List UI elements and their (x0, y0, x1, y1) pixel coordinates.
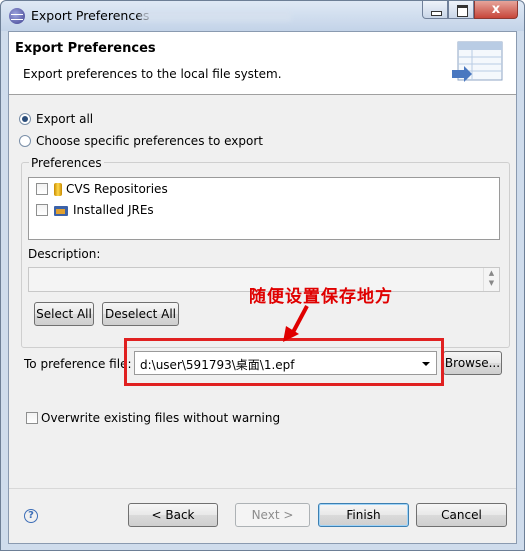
preference-file-label: To preference file: (24, 357, 132, 371)
minimize-button[interactable] (422, 1, 448, 19)
help-icon[interactable]: ? (24, 509, 38, 523)
description-label: Description: (28, 247, 101, 261)
button-bar-separator (9, 488, 516, 489)
maximize-button[interactable] (448, 1, 474, 19)
choose-specific-option[interactable]: Choose specific preferences to export (19, 134, 263, 148)
annotation-highlight-box (124, 338, 444, 386)
export-all-label: Export all (36, 112, 94, 126)
export-all-radio[interactable] (19, 113, 31, 125)
tree-item-installed-jres[interactable]: Installed JREs (36, 203, 154, 217)
cvs-repositories-label: CVS Repositories (66, 182, 168, 196)
window-controls: x (422, 1, 518, 19)
annotation-arrow-icon (283, 305, 309, 342)
cvs-repositories-checkbox[interactable] (36, 183, 48, 195)
browse-button[interactable]: Browse... (443, 351, 502, 375)
preferences-group-label: Preferences (29, 156, 104, 170)
banner-title: Export Preferences (15, 41, 156, 56)
window-title: Export Preferences (31, 8, 150, 23)
blurred-title-text (141, 11, 291, 21)
back-button[interactable]: < Back (128, 503, 218, 527)
dialog-client-area: Export Preferences Export preferences to… (8, 31, 517, 544)
table-export-icon (452, 41, 503, 82)
description-scrollbar[interactable]: ▲ ▼ (483, 268, 499, 291)
deselect-all-button[interactable]: Deselect All (102, 302, 179, 326)
close-button[interactable]: x (474, 1, 518, 19)
annotation-text: 随便设置保存地方 (249, 287, 393, 307)
header-banner: Export Preferences Export preferences to… (9, 32, 516, 95)
eclipse-icon (9, 8, 25, 24)
next-button[interactable]: Next > (235, 503, 310, 527)
choose-specific-label: Choose specific preferences to export (36, 134, 263, 148)
installed-jres-checkbox[interactable] (36, 204, 48, 216)
close-icon: x (491, 2, 501, 17)
title-bar[interactable]: Export Preferences x (1, 1, 524, 31)
overwrite-checkbox[interactable] (26, 412, 38, 424)
overwrite-label: Overwrite existing files without warning (41, 411, 281, 425)
select-all-button[interactable]: Select All (34, 302, 94, 326)
finish-button[interactable]: Finish (318, 503, 409, 527)
tree-item-cvs-repositories[interactable]: CVS Repositories (36, 182, 168, 196)
export-all-option[interactable]: Export all (19, 112, 93, 126)
installed-jres-label: Installed JREs (73, 203, 154, 217)
export-preferences-window: Export Preferences x Export Preferences … (0, 0, 525, 551)
preferences-tree[interactable]: CVS Repositories Installed JREs (28, 177, 500, 240)
overwrite-option[interactable]: Overwrite existing files without warning (26, 411, 280, 425)
banner-description: Export preferences to the local file sys… (23, 67, 282, 81)
cancel-button[interactable]: Cancel (416, 503, 507, 527)
jre-icon (54, 204, 70, 217)
choose-specific-radio[interactable] (19, 135, 31, 147)
cvs-repository-icon (54, 182, 62, 196)
